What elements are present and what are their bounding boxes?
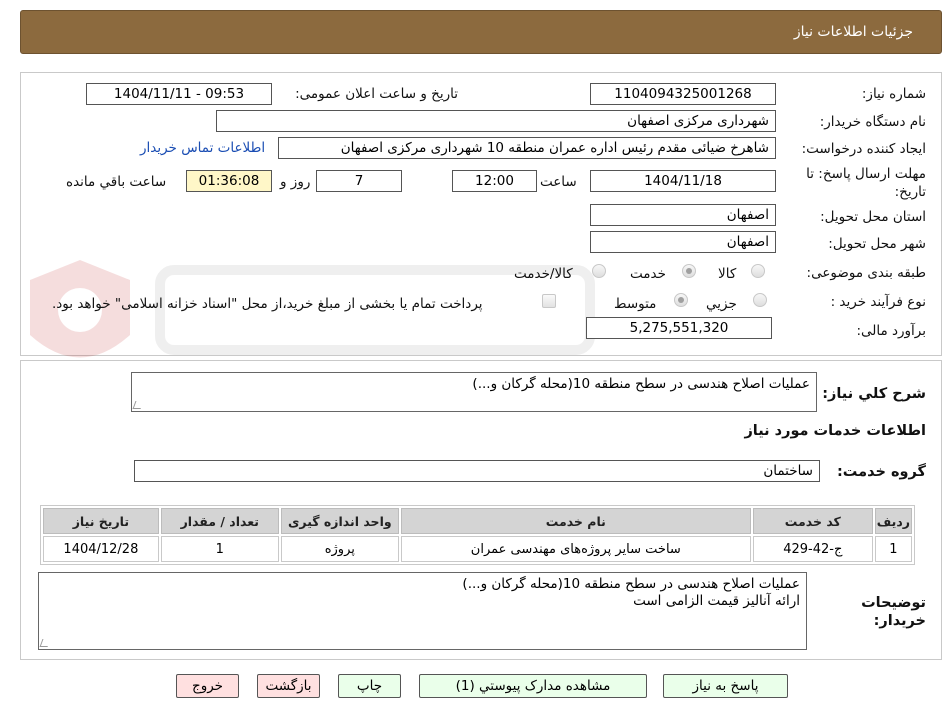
resize-grip-icon[interactable] — [39, 639, 51, 647]
cell-quantity: 1 — [160, 536, 279, 562]
deadline-label-date: تاریخ: — [894, 184, 926, 200]
process-radio-medium[interactable] — [674, 293, 688, 307]
col-row-number: ردیف — [874, 508, 912, 534]
cell-service-code: ج-42-429 — [752, 536, 873, 562]
cell-need-date: 1404/12/28 — [43, 536, 159, 562]
deadline-label: مهلت ارسال پاسخ: تا — [806, 166, 926, 182]
treasury-payment-checkbox[interactable] — [542, 294, 556, 308]
buyer-notes-label-2: خریدار: — [873, 613, 926, 629]
col-quantity: تعداد / مقدار — [160, 508, 279, 534]
back-button[interactable]: بازگشت — [257, 674, 320, 698]
days-field[interactable]: 7 — [316, 170, 402, 192]
services-table: ردیف کد خدمت نام خدمت واحد اندازه گیری ت… — [40, 505, 915, 565]
cell-unit: پروژه — [280, 536, 399, 562]
category-option-goods-service: کالا/خدمت — [514, 266, 573, 282]
treasury-payment-note: پرداخت تمام یا بخشی از مبلغ خرید،از محل … — [52, 296, 483, 312]
process-option-minor: جزیي — [706, 296, 737, 312]
reply-button[interactable]: پاسخ به نیاز — [663, 674, 788, 698]
deadline-time-field[interactable]: 12:00 — [452, 170, 537, 192]
category-radio-goods[interactable] — [751, 264, 765, 278]
cell-service-name: ساخت سایر پروژه‌های مهندسی عمران — [400, 536, 751, 562]
buyer-notes-label: توضیحات — [861, 595, 926, 611]
resize-grip-icon[interactable] — [132, 401, 144, 409]
service-group-field[interactable]: ساختمان — [134, 460, 820, 482]
creator-label: ایجاد کننده درخواست: — [801, 141, 926, 157]
buyer-notes-line-2: ارائه آنالیز قیمت الزامی است — [633, 593, 800, 609]
need-number-label: شماره نیاز: — [861, 86, 926, 102]
budget-field[interactable]: 5,275,551,320 — [586, 317, 772, 339]
cell-row-number: 1 — [874, 536, 912, 562]
description-label: شرح کلي نیاز: — [822, 386, 926, 402]
city-label: شهر محل تحویل: — [828, 236, 926, 252]
description-textarea[interactable]: عملیات اصلاح هندسی در سطح منطقه 10(محله … — [131, 372, 817, 412]
table-row[interactable]: 1 ج-42-429 ساخت سایر پروژه‌های مهندسی عم… — [43, 536, 912, 562]
deadline-time-label: ساعت — [540, 174, 577, 190]
province-field[interactable]: اصفهان — [590, 204, 776, 226]
category-option-goods: کالا — [718, 266, 737, 282]
services-section-title: اطلاعات خدمات مورد نیاز — [744, 423, 926, 439]
buyer-notes-textarea[interactable]: عملیات اصلاح هندسی در سطح منطقه 10(محله … — [38, 572, 807, 650]
category-radio-goods-service[interactable] — [592, 264, 606, 278]
creator-field[interactable]: شاهرخ ضیائی مقدم رئیس اداره عمران منطقه … — [278, 137, 776, 159]
buyer-notes-line-1: عملیات اصلاح هندسی در سطح منطقه 10(محله … — [462, 576, 800, 592]
view-attachments-button[interactable]: مشاهده مدارک پیوستي (1) — [419, 674, 647, 698]
buyer-org-label: نام دستگاه خریدار: — [819, 114, 926, 130]
col-unit: واحد اندازه گیری — [280, 508, 399, 534]
process-option-medium: متوسط — [614, 296, 657, 312]
city-field[interactable]: اصفهان — [590, 231, 776, 253]
remaining-label: ساعت باقي مانده — [66, 174, 167, 190]
buyer-contact-link[interactable]: اطلاعات تماس خریدار — [140, 140, 265, 156]
budget-label: برآورد مالی: — [856, 323, 926, 339]
deadline-date-field[interactable]: 1404/11/18 — [590, 170, 776, 192]
remaining-time-field: 01:36:08 — [186, 170, 272, 192]
process-label: نوع فرآیند خرید : — [830, 294, 926, 310]
process-radio-minor[interactable] — [753, 293, 767, 307]
col-service-code: کد خدمت — [752, 508, 873, 534]
page-title: جزئیات اطلاعات نیاز — [793, 24, 913, 40]
col-need-date: تاریخ نیاز — [43, 508, 159, 534]
category-option-service: خدمت — [630, 266, 666, 282]
services-table-header: ردیف کد خدمت نام خدمت واحد اندازه گیری ت… — [43, 508, 912, 534]
buyer-org-field[interactable]: شهرداری مرکزی اصفهان — [216, 110, 776, 132]
exit-button[interactable]: خروج — [176, 674, 239, 698]
announce-date-field[interactable]: 1404/11/11 - 09:53 — [86, 83, 272, 105]
days-label: روز و — [280, 174, 311, 190]
page-header: جزئیات اطلاعات نیاز — [20, 10, 942, 54]
description-text: عملیات اصلاح هندسی در سطح منطقه 10(محله … — [472, 376, 810, 392]
service-group-label: گروه خدمت: — [836, 464, 926, 480]
province-label: استان محل تحویل: — [820, 209, 926, 225]
print-button[interactable]: چاپ — [338, 674, 401, 698]
col-service-name: نام خدمت — [400, 508, 751, 534]
category-radio-service[interactable] — [682, 264, 696, 278]
category-label: طبقه بندی موضوعی: — [806, 265, 926, 281]
need-number-field[interactable]: 1104094325001268 — [590, 83, 776, 105]
announce-date-label: تاریخ و ساعت اعلان عمومی: — [295, 86, 458, 102]
